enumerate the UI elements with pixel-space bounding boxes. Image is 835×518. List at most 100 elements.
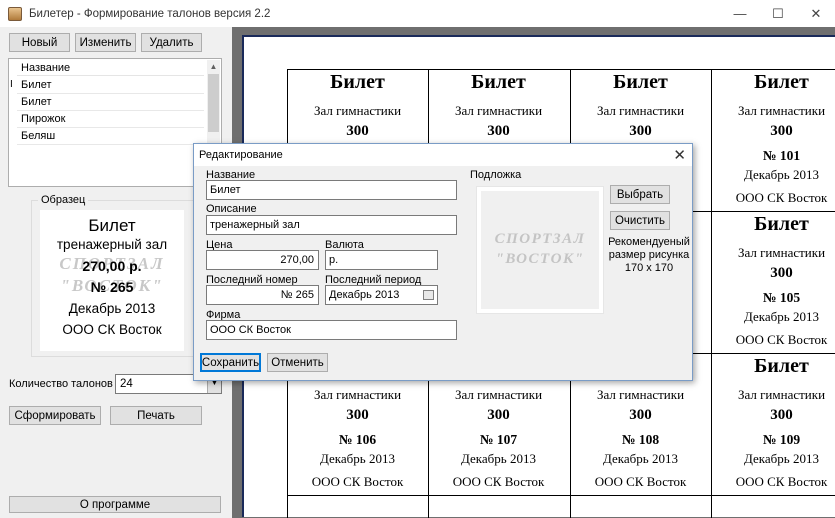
grid-line [287, 69, 835, 70]
ticket-hall: Зал гимнастики [596, 387, 685, 402]
quantity-value: 24 [120, 378, 133, 390]
ticket-title: Билет [754, 355, 809, 377]
list-item[interactable]: Пирожок [17, 111, 204, 128]
generate-button[interactable]: Сформировать [9, 406, 101, 425]
list-item[interactable]: Билет [17, 77, 204, 94]
grid-line [287, 495, 835, 496]
ticket-period: Декабрь 2013 [461, 451, 536, 466]
dialog-close-icon[interactable]: ✕ [673, 146, 686, 164]
choose-button[interactable]: Выбрать [610, 185, 670, 204]
ticket-price: 300 [770, 407, 793, 423]
ticket-period: Декабрь 2013 [320, 451, 395, 466]
close-button[interactable]: ✕ [797, 0, 835, 27]
ticket-firm: ООО СК Восток [735, 474, 828, 489]
list-item[interactable]: Билет [17, 94, 204, 111]
list-item[interactable]: Беляш [17, 128, 204, 145]
scroll-thumb[interactable] [208, 74, 219, 132]
sample-title: Билет [88, 216, 136, 235]
ticket-firm: ООО СК Восток [735, 190, 828, 205]
sample-ticket: СПОРТЗАЛ "ВОСТОК" Билет тренажерный зал … [40, 210, 184, 351]
sample-group-label: Образец [38, 194, 89, 206]
ticket-period: Декабрь 2013 [744, 167, 819, 182]
description-field[interactable]: тренажерный зал [206, 215, 457, 235]
last-period-field[interactable]: Декабрь 2013 [325, 285, 438, 305]
delete-button[interactable]: Удалить [141, 33, 202, 52]
ticket-period: Декабрь 2013 [603, 451, 678, 466]
ticket-price: 300 [346, 407, 369, 423]
ticket-number: № 105 [762, 290, 801, 305]
ticket-title: Билет [471, 71, 526, 93]
dialog-title-bar: Редактирование ✕ [194, 144, 692, 166]
ticket-hall: Зал гимнастики [737, 245, 826, 260]
ticket-price: 300 [770, 265, 793, 281]
currency-field[interactable]: р. [325, 250, 438, 270]
substrate-image-area: СПОРТЗАЛ "ВОСТОК" [481, 191, 599, 309]
ticket-period: Декабрь 2013 [744, 309, 819, 324]
ticket-hall: Зал гимнастики [737, 387, 826, 402]
window-title: Билетер - Формирование талонов версия 2.… [29, 7, 271, 20]
sample-firm: ООО СК Восток [62, 322, 162, 337]
cancel-button[interactable]: Отменить [267, 353, 328, 372]
app-icon [8, 6, 22, 21]
list-header[interactable]: Название [17, 60, 204, 76]
edit-dialog: Редактирование ✕ Название Билет Описание… [193, 143, 693, 381]
ticket-number: № 108 [621, 432, 660, 447]
ticket-title: Билет [330, 71, 385, 93]
ticket-price: 300 [487, 123, 510, 139]
ticket-firm: ООО СК Восток [735, 332, 828, 347]
ticket-hall: Зал гимнастики [454, 103, 543, 118]
maximize-button[interactable]: ☐ [759, 0, 797, 27]
title-bar: Билетер - Формирование талонов версия 2.… [0, 0, 835, 27]
ticket-hall: Зал гимнастики [596, 103, 685, 118]
name-field[interactable]: Билет [206, 180, 457, 200]
scroll-up-icon[interactable]: ▲ [207, 60, 220, 73]
dialog-title: Редактирование [199, 149, 283, 161]
price-field[interactable]: 270,00 [206, 250, 319, 270]
last-number-field[interactable]: № 265 [206, 285, 319, 305]
size-hint-line2: размер рисунка [608, 249, 690, 261]
sample-period: Декабрь 2013 [68, 301, 156, 316]
sample-number: № 265 [90, 279, 134, 295]
ticket-firm: ООО СК Восток [311, 474, 404, 489]
ticket-hall: Зал гимнастики [313, 103, 402, 118]
description-label: Описание [206, 203, 257, 215]
calendar-icon[interactable] [423, 290, 434, 300]
ticket-title: Билет [613, 71, 668, 93]
clear-button[interactable]: Очистить [610, 211, 670, 230]
window-controls: — ☐ ✕ [721, 0, 835, 27]
ticket-number: № 106 [338, 432, 377, 447]
print-button[interactable]: Печать [110, 406, 202, 425]
ticket-title: Билет [754, 71, 809, 93]
size-hint-line1: Рекомендуеный [608, 236, 690, 248]
sample-price: 270,00 р. [82, 258, 142, 274]
sample-hall: тренажерный зал [56, 237, 168, 252]
ticket-price: 300 [629, 123, 652, 139]
ticket-firm: ООО СК Восток [452, 474, 545, 489]
about-button[interactable]: О программе [9, 496, 221, 513]
substrate-watermark-line2: "ВОСТОК" [495, 251, 585, 267]
edit-button[interactable]: Изменить [75, 33, 136, 52]
substrate-watermark: СПОРТЗАЛ "ВОСТОК" [481, 229, 599, 269]
ticket-number: № 101 [762, 148, 801, 163]
minimize-button[interactable]: — [721, 0, 759, 27]
ticket-price: 300 [487, 407, 510, 423]
ticket-number: № 107 [479, 432, 518, 447]
ticket-number: № 109 [762, 432, 801, 447]
items-list[interactable]: Название I Билет Билет Пирожок Беляш ▲ ▼ [8, 58, 222, 187]
quantity-label: Количество талонов [9, 378, 113, 390]
ticket-hall: Зал гимнастики [313, 387, 402, 402]
ticket-price: 300 [629, 407, 652, 423]
ticket-hall: Зал гимнастики [454, 387, 543, 402]
firm-field[interactable]: ООО СК Восток [206, 320, 457, 340]
ticket-price: 300 [346, 123, 369, 139]
ticket-firm: ООО СК Восток [594, 474, 687, 489]
substrate-image: СПОРТЗАЛ "ВОСТОК" [476, 186, 604, 314]
substrate-watermark-line1: СПОРТЗАЛ [494, 231, 586, 247]
ticket-hall: Зал гимнастики [737, 103, 826, 118]
new-button[interactable]: Новый [9, 33, 70, 52]
save-button[interactable]: Сохранить [200, 353, 261, 372]
ticket-price: 300 [770, 123, 793, 139]
last-period-value: Декабрь 2013 [329, 289, 400, 301]
size-hint-line3: 170 x 170 [624, 262, 674, 274]
ticket-title: Билет [754, 213, 809, 235]
